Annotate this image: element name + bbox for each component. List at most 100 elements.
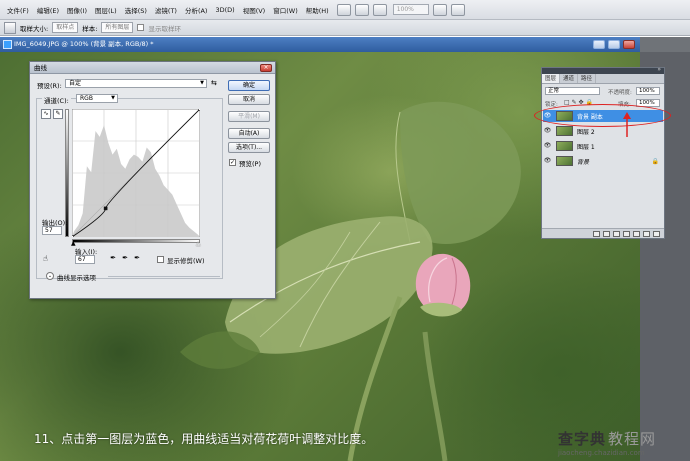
white-eyedropper-icon[interactable]: ✒ xyxy=(133,254,141,263)
add-mask-icon[interactable] xyxy=(613,230,620,237)
curve-point[interactable] xyxy=(72,235,74,238)
tab-layers[interactable]: 图层 xyxy=(542,74,561,83)
view-extras-button[interactable] xyxy=(372,3,387,16)
opacity-label: 不透明度: xyxy=(608,90,632,96)
output-field[interactable]: 57 xyxy=(42,226,62,235)
menu-bar: 文件(F) 编辑(E) 图像(I) 图层(L) 选择(S) 滤镜(T) 分析(A… xyxy=(0,0,690,20)
menu-analysis[interactable]: 分析(A) xyxy=(181,5,212,15)
menu-window[interactable]: 窗口(W) xyxy=(269,5,302,15)
curves-title: 曲线 xyxy=(34,64,47,72)
close-icon[interactable]: × xyxy=(260,64,272,72)
layer-name: 背景 xyxy=(577,158,590,166)
options-button[interactable]: 选项(T)... xyxy=(228,142,270,153)
panel-tabs: 图层 通道 路径 xyxy=(542,74,664,84)
document-tab[interactable]: IMG_6049.JPG @ 100% (背景 副本, RGB/8) * xyxy=(0,37,640,52)
new-layer-icon[interactable] xyxy=(643,230,650,237)
channel-value: RGB xyxy=(80,95,93,102)
layer-thumbnail xyxy=(556,126,573,136)
preset-select[interactable]: 自定 ▼ xyxy=(65,79,207,88)
chevron-down-icon: ▼ xyxy=(111,95,115,101)
divider xyxy=(108,276,220,277)
highlight-ellipse xyxy=(534,104,671,127)
sample-select[interactable]: 所有图层 xyxy=(101,22,134,33)
input-field[interactable]: 67 xyxy=(75,255,95,264)
photoshop-doc-icon xyxy=(3,40,12,49)
options-bar: 取样大小: 取样点 样本: 所有图层 显示取样环 xyxy=(0,20,690,36)
arrange-documents-button[interactable] xyxy=(432,3,447,16)
watermark-mid: 教程网 xyxy=(608,430,657,448)
blend-mode-select[interactable]: 正常 xyxy=(545,87,600,95)
zoom-level-select[interactable]: 100% xyxy=(392,4,429,15)
layer-row-layer-1[interactable]: 👁 图层 1 xyxy=(543,140,663,152)
curves-titlebar[interactable]: 曲线 × xyxy=(30,62,275,74)
curve-graph[interactable] xyxy=(72,109,200,237)
pencil-icon[interactable]: ✎ xyxy=(53,109,63,119)
eye-icon[interactable]: 👁 xyxy=(543,127,552,135)
show-ring-checkbox[interactable] xyxy=(137,24,145,31)
tab-channels[interactable]: 通道 xyxy=(560,74,579,83)
sample-size-select[interactable]: 取样点 xyxy=(52,22,79,33)
link-layers-icon[interactable] xyxy=(593,230,600,237)
target-adjust-icon[interactable]: ☝ xyxy=(43,254,48,263)
menu-file[interactable]: 文件(F) xyxy=(3,5,33,15)
minimize-button[interactable] xyxy=(593,40,605,49)
preset-menu-icon[interactable]: ⇆ xyxy=(211,79,217,87)
channel-select[interactable]: RGB ▼ xyxy=(76,94,118,103)
menu-layer[interactable]: 图层(L) xyxy=(91,5,121,15)
chevron-down-icon: ▼ xyxy=(200,80,204,86)
layer-thumbnail xyxy=(556,141,573,151)
white-point-slider-icon[interactable]: △ xyxy=(196,240,201,247)
menu-help[interactable]: 帮助(H) xyxy=(302,5,333,15)
curve-point[interactable] xyxy=(198,109,201,111)
curve-edit-points-icon[interactable]: ∿ xyxy=(41,109,51,119)
blend-mode-value: 正常 xyxy=(548,88,560,94)
eye-icon[interactable]: 👁 xyxy=(543,142,552,150)
screen-mode-button[interactable] xyxy=(450,3,465,16)
opacity-value: 100% xyxy=(639,88,655,94)
channel-label: 通道(C): xyxy=(42,95,71,105)
show-clipping-label: 显示修剪(W) xyxy=(167,257,205,265)
layers-panel: » 图层 通道 路径 正常 不透明度: 100% 锁定: □ ✎ ✥ 🔒 填充:… xyxy=(541,66,665,239)
show-ring-label: 显示取样环 xyxy=(148,24,181,33)
layer-name: 图层 2 xyxy=(577,128,595,136)
red-arrow-icon xyxy=(623,112,631,137)
site-watermark: 查字典 教程网 jiaocheng.chazidian.com xyxy=(558,428,686,458)
layer-row-background[interactable]: 👁 背景 🔒 xyxy=(543,155,663,167)
expand-options-icon[interactable]: ⌄ xyxy=(46,272,54,280)
menu-3d[interactable]: 3D(D) xyxy=(211,6,238,14)
menu-select[interactable]: 选择(S) xyxy=(121,5,151,15)
bridge-button[interactable] xyxy=(336,3,351,16)
show-clipping-checkbox[interactable] xyxy=(157,256,164,263)
menu-image[interactable]: 图像(I) xyxy=(63,5,91,15)
auto-button[interactable]: 自动(A) xyxy=(228,128,270,139)
minibridge-button[interactable] xyxy=(354,3,369,16)
preset-label: 预设(R): xyxy=(37,82,62,90)
panel-header[interactable]: » xyxy=(542,66,664,74)
trash-icon[interactable] xyxy=(653,230,660,237)
restore-button[interactable] xyxy=(608,40,620,49)
ok-button[interactable]: 确定 xyxy=(228,80,270,91)
tutorial-caption: 11、点击第一图层为蓝色，用曲线适当对荷花荷叶调整对比度。 xyxy=(34,432,374,446)
cancel-button[interactable]: 取消 xyxy=(228,94,270,105)
collapse-icon[interactable]: » xyxy=(657,66,661,73)
smooth-button[interactable]: 平滑(M) xyxy=(228,111,270,122)
eye-icon[interactable]: 👁 xyxy=(543,157,552,165)
new-group-icon[interactable] xyxy=(633,230,640,237)
opacity-field[interactable]: 100% xyxy=(636,87,660,95)
menu-filter[interactable]: 滤镜(T) xyxy=(151,5,181,15)
sample-size-label: 取样大小: xyxy=(20,24,49,33)
layer-style-icon[interactable] xyxy=(603,230,610,237)
curves-dialog: 曲线 × 预设(R): 自定 ▼ ⇆ 通道(C): RGB ▼ ∿ ✎ ▲ △ … xyxy=(29,61,276,299)
preset-value: 自定 xyxy=(69,80,82,87)
layers-footer xyxy=(542,228,664,238)
adjustment-layer-icon[interactable] xyxy=(623,230,630,237)
tab-paths[interactable]: 路径 xyxy=(578,74,597,83)
black-eyedropper-icon[interactable]: ✒ xyxy=(109,254,117,263)
close-document-button[interactable] xyxy=(623,40,635,49)
gray-eyedropper-icon[interactable]: ✒ xyxy=(121,254,129,263)
menu-view[interactable]: 视图(V) xyxy=(239,5,270,15)
menu-edit[interactable]: 编辑(E) xyxy=(33,5,63,15)
eyedropper-tool-icon[interactable] xyxy=(4,21,16,34)
preview-checkbox[interactable]: ✓ xyxy=(229,159,236,166)
curve-point[interactable] xyxy=(103,206,108,211)
